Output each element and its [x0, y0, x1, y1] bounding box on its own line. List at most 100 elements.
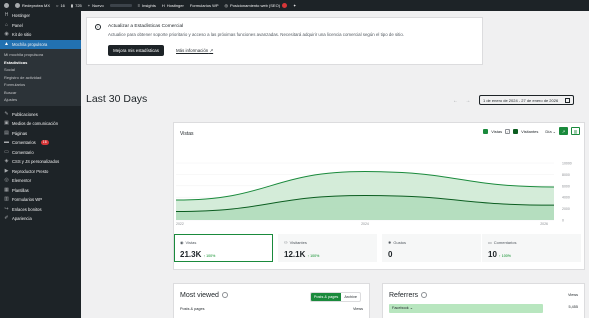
notice-title: Actualizar a Estadísticas Comercial [108, 24, 184, 29]
sidebar-item-label: Formularios WP [12, 197, 43, 202]
views-column-header: Views [352, 307, 363, 311]
sidebar-item-css[interactable]: ◈ CSS y JS personalizados [0, 157, 81, 167]
stat-tile-visitors[interactable]: ⚇ Visitantes 12.1K ↑ 100% [278, 234, 377, 262]
stat-delta: ↑ 100% [498, 254, 511, 258]
submenu-item[interactable]: Ajustes [0, 96, 81, 104]
sidebar-item-pages[interactable]: ▤ Páginas [0, 129, 81, 139]
sidebar-item-pin[interactable]: ✎ Publicaciones [0, 110, 81, 120]
sidebar-item-player[interactable]: ▶ Reproductor Presto [0, 167, 81, 177]
forms-link[interactable]: Formularios WP [190, 3, 219, 8]
archive-tab[interactable]: Archive [341, 293, 360, 301]
sidebar-item-jetpack[interactable]: ◉ Kit de sitio [0, 30, 81, 40]
sidebar-item-comment-box[interactable]: ▭ Comentario [0, 148, 81, 158]
comments-icon: ▬ [4, 139, 9, 145]
submenu-item[interactable]: Estadísticas [0, 59, 81, 67]
referrer-row[interactable]: Facebook ⌄ [389, 304, 543, 313]
new-content-link[interactable]: + Nuevo [88, 3, 104, 8]
sidebar-item-links[interactable]: ↪ Enlaces bonitos [0, 205, 81, 215]
notice-description: Actualice para obtener soporte prioritar… [108, 32, 405, 37]
date-range-picker[interactable]: 1 de enero de 2024 - 27 de enero de 2026 [479, 95, 574, 105]
upgrade-stats-button[interactable]: Mejora mis estadísticas [108, 45, 164, 56]
sidebar-item-appearance[interactable]: ✐ Apariencia [0, 214, 81, 224]
comment-icon: ○ [56, 3, 59, 8]
date-range-text: 1 de enero de 2024 - 27 de enero de 2026 [483, 97, 559, 103]
stat-tile-comment[interactable]: ▭ Comentarios 10 ↑ 100% [482, 234, 581, 262]
sidebar-item-home[interactable]: ⌂ Panel [0, 21, 81, 31]
y-tick-label: 10000 [562, 162, 572, 166]
posts-pages-tab[interactable]: Posts & pages [310, 293, 342, 301]
comments-link[interactable]: ○ 16 [56, 3, 65, 8]
sidebar-item-templates[interactable]: ▦ Plantillas [0, 186, 81, 196]
insights-link[interactable]: ≡ Insights [138, 3, 156, 8]
stat-delta: ↑ 100% [307, 254, 320, 258]
stat-label: ◉ Vistas [180, 240, 196, 245]
sidebar-item-label: Plantillas [12, 187, 29, 193]
referrers-title: Referrers [389, 292, 428, 299]
submenu-item[interactable]: Formularios [0, 81, 81, 89]
chevron-down-icon: ⌄ [409, 306, 413, 310]
seo-icon: ◎ [224, 3, 229, 8]
submenu-item[interactable]: Mi mochila propulsora [0, 51, 81, 59]
site-name-link[interactable]: Redeprotea MX [15, 3, 50, 8]
submenu-item[interactable]: Buscar [0, 89, 81, 97]
sidebar-item-comments[interactable]: ▬ Comentarios 16 [0, 138, 81, 148]
stat-tile-eye[interactable]: ◉ Vistas 21.3K ↑ 100% [174, 234, 273, 262]
y-tick-label: 0 [562, 219, 564, 223]
upgrade-notice: i Actualizar a Estadísticas Comercial Ac… [86, 17, 483, 65]
info-icon[interactable] [421, 292, 428, 299]
external-link-icon: ↗ [209, 48, 214, 53]
sidebar-item-label: CSS y JS personalizados [12, 159, 60, 164]
sidebar-item-label: Panel [12, 22, 23, 28]
most-viewed-title: Most viewed [180, 292, 228, 299]
eye-icon: ◉ [180, 240, 184, 245]
hostinger-link[interactable]: H Hostinger [162, 3, 184, 8]
home-icon: ⌂ [4, 21, 9, 28]
y-tick-label: 2000 [562, 207, 570, 211]
seo-status-icon [282, 3, 288, 8]
seo-link[interactable]: ◎ Posicionamiento web (SEO) [225, 3, 288, 8]
x-tick-label: 2022 [176, 222, 184, 226]
sidebar-item-chart[interactable]: ▲ Mochila propulsora [0, 39, 81, 49]
page-title: Last 30 Days [86, 93, 148, 105]
stat-label-text: Comentarios [493, 240, 517, 245]
y-tick-label: 6000 [562, 184, 570, 188]
sidebar-item-label: Comentario [12, 149, 34, 155]
x-tick-label: 2026 [540, 222, 548, 226]
referrer-value: 5,455 [568, 305, 578, 309]
plus-icon: + [87, 3, 91, 8]
y-tick-label: 8000 [562, 173, 570, 177]
sidebar-submenu: Mi mochila propulsora Estadísticas Social R… [0, 49, 81, 106]
more-info-link[interactable]: Más información ↗ [176, 48, 213, 54]
count-badge: 16 [40, 140, 49, 145]
sidebar-item-label: Publicaciones [12, 111, 38, 117]
sidebar-item-hostinger[interactable]: H Hostinger [0, 11, 81, 21]
referrers-panel: Referrers Views Facebook ⌄ 5,455 [382, 283, 585, 318]
sidebar-item-label: Páginas [12, 130, 28, 136]
x-tick-label: 2024 [361, 222, 369, 226]
stat-value: 12.1K ↑ 100% [284, 250, 319, 259]
stat-number: 21.3K [180, 250, 202, 259]
submenu-item[interactable]: Social [0, 66, 81, 74]
sidebar-item-label: Elementor [12, 178, 32, 183]
sidebar-item-elementor[interactable]: ◎ Elementor [0, 176, 81, 186]
stat-label: ▭ Comentarios [488, 240, 516, 245]
stat-tile-star[interactable]: ✸ Gustos 0 [382, 234, 481, 262]
admin-sidebar: H Hostinger ⌂ Panel ◉ Kit de sitio ▲ Mochila pr… [0, 11, 81, 318]
wordpress-logo-icon[interactable] [4, 3, 9, 8]
stat-value: 0 [388, 250, 394, 259]
sidebar-item-forms[interactable]: ▥ Formularios WP [0, 195, 81, 205]
extra-icon[interactable]: ✦ [293, 3, 296, 8]
period-nav-arrows[interactable]: ← → [453, 98, 473, 104]
stat-value: 21.3K ↑ 100% [180, 250, 215, 259]
sparkline [109, 4, 132, 7]
sidebar-item-label: Kit de sitio [12, 32, 32, 37]
appearance-icon: ✐ [4, 215, 9, 221]
admin-bar: Redeprotea MX ○ 16 ▮ 725 + Nuevo ≡ Insights … [0, 0, 589, 11]
stat-value: 10 ↑ 100% [488, 250, 511, 259]
submenu-item[interactable]: Registro de actividad [0, 74, 81, 82]
info-icon[interactable] [221, 292, 228, 299]
stat-label-text: Vistas [185, 240, 197, 245]
sidebar-item-media[interactable]: ▣ Medios de comunicación [0, 119, 81, 129]
updates-link[interactable]: ▮ 725 [71, 3, 82, 8]
stat-label-text: Gustos [393, 240, 407, 245]
